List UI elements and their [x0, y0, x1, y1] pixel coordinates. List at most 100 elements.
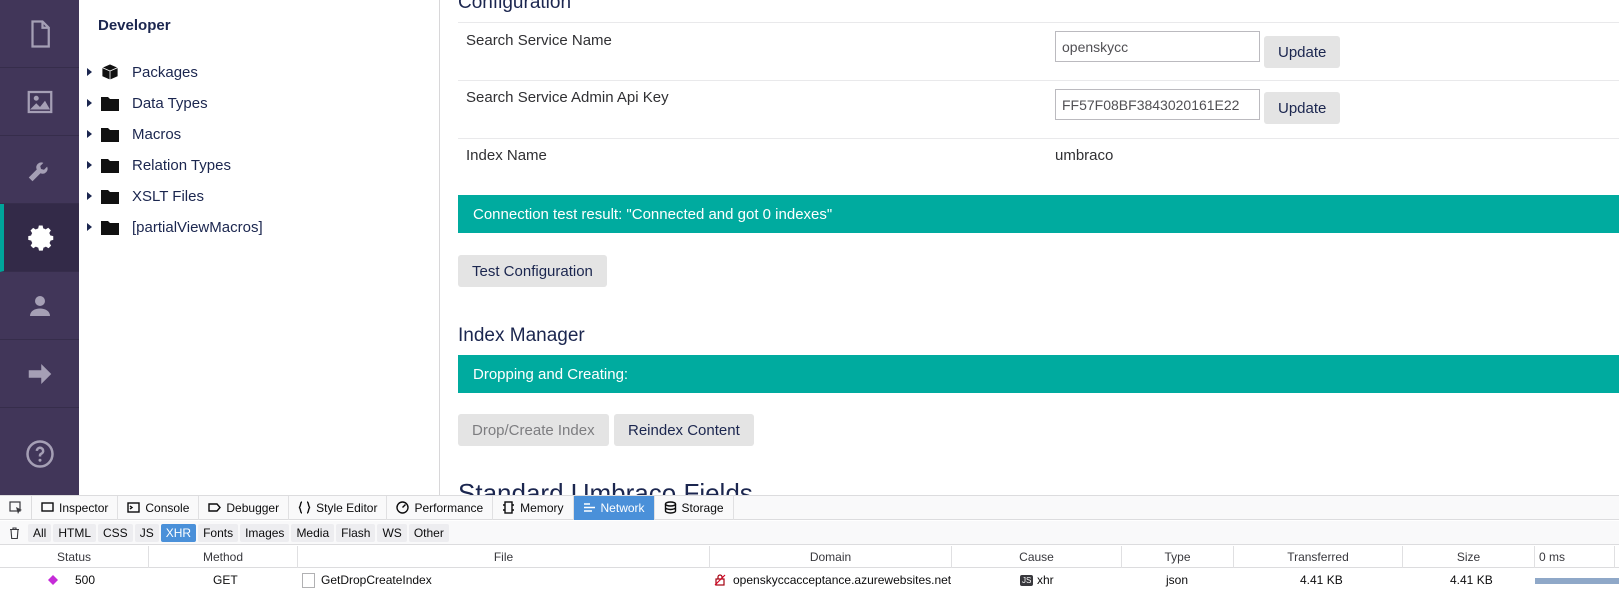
tab-inspector[interactable]: Inspector: [32, 495, 119, 520]
filter-xhr[interactable]: XHR: [160, 523, 197, 542]
network-filter-bar: All HTML CSS JS XHR Fonts Images Media F…: [0, 521, 1619, 545]
element-picker-button[interactable]: [0, 495, 32, 520]
service-name-label: Search Service Name: [466, 32, 612, 49]
api-key-input[interactable]: [1055, 89, 1260, 120]
api-key-label: Search Service Admin Api Key: [466, 89, 669, 106]
col-file[interactable]: File: [298, 546, 710, 568]
tree-item-label: Macros: [132, 125, 182, 143]
filter-css[interactable]: CSS: [98, 523, 133, 542]
col-type[interactable]: Type: [1122, 546, 1234, 568]
tree-title: Developer: [98, 17, 171, 34]
expand-caret-icon[interactable]: [87, 223, 92, 231]
filter-html[interactable]: HTML: [53, 523, 97, 542]
expand-caret-icon[interactable]: [87, 161, 92, 169]
tab-label: Storage: [681, 500, 724, 515]
row-api-key: Search Service Admin Api Key Update: [458, 80, 1619, 138]
inspector-icon: [41, 502, 54, 512]
memory-icon: [503, 501, 515, 514]
expand-caret-icon[interactable]: [87, 192, 92, 200]
expand-caret-icon[interactable]: [87, 99, 92, 107]
row-service-name: Search Service Name Update: [458, 22, 1619, 80]
drop-create-index-button[interactable]: Drop/Create Index: [458, 414, 609, 446]
tab-debugger[interactable]: Debugger: [199, 495, 290, 520]
tree-item-packages[interactable]: Packages: [79, 56, 198, 88]
tab-label: Console: [145, 500, 190, 515]
devtools-toolbar: Inspector Console Debugger Style Editor …: [0, 495, 1619, 520]
tree-item-label: [partialViewMacros]: [132, 218, 263, 236]
standard-fields-title: Standard Umbraco Fields: [458, 478, 753, 495]
index-manager-title: Index Manager: [458, 325, 585, 346]
trash-icon: [9, 526, 19, 539]
tree-item-xslt-files[interactable]: XSLT Files: [79, 180, 204, 212]
tab-console[interactable]: Console: [118, 495, 200, 520]
users-icon: [29, 295, 50, 316]
col-status[interactable]: Status: [0, 546, 149, 568]
tab-label: Performance: [414, 500, 484, 515]
insecure-lock-icon: [714, 569, 726, 591]
media-icon: [27, 90, 52, 113]
filter-flash[interactable]: Flash: [336, 523, 376, 542]
col-size[interactable]: Size: [1403, 546, 1535, 568]
filter-other[interactable]: Other: [408, 523, 449, 542]
settings-wrench-icon: [28, 161, 48, 181]
col-waterfall[interactable]: 0 ms: [1535, 546, 1615, 568]
request-type: json: [1166, 573, 1189, 587]
col-transferred[interactable]: Transferred: [1234, 546, 1403, 568]
filter-ws[interactable]: WS: [377, 523, 407, 542]
tab-style-editor[interactable]: Style Editor: [289, 495, 388, 520]
clear-requests-button[interactable]: [0, 526, 28, 539]
network-icon: [583, 503, 595, 512]
expand-caret-icon[interactable]: [87, 130, 92, 138]
tree-item-partial-view-macros[interactable]: [partialViewMacros]: [79, 211, 263, 243]
rail-users[interactable]: [0, 272, 79, 340]
test-configuration-button[interactable]: Test Configuration: [458, 255, 607, 287]
console-icon: [127, 502, 141, 513]
update-api-key-button[interactable]: Update: [1264, 92, 1341, 124]
col-cause[interactable]: Cause: [952, 546, 1122, 568]
style-editor-icon: [298, 501, 311, 514]
rail-media[interactable]: [0, 68, 79, 136]
tree-item-relation-types[interactable]: Relation Types: [79, 149, 231, 181]
filter-images[interactable]: Images: [240, 523, 290, 542]
content-icon: [30, 19, 50, 48]
update-service-name-button[interactable]: Update: [1264, 36, 1341, 68]
request-size: 4.41 KB: [1450, 573, 1493, 587]
request-transferred: 4.41 KB: [1300, 573, 1343, 587]
filter-fonts[interactable]: Fonts: [198, 523, 239, 542]
rail-content[interactable]: [0, 0, 79, 68]
index-status-alert: Dropping and Creating:: [458, 355, 1619, 393]
tab-performance[interactable]: Performance: [387, 495, 494, 520]
col-domain[interactable]: Domain: [710, 546, 952, 568]
filter-all[interactable]: All: [28, 523, 52, 542]
help-icon: [25, 440, 54, 468]
col-method[interactable]: Method: [149, 546, 298, 568]
expand-caret-icon[interactable]: [87, 68, 92, 76]
rail-developer[interactable]: [0, 204, 79, 272]
filter-js[interactable]: JS: [134, 523, 159, 542]
rail-settings[interactable]: [0, 136, 79, 204]
tab-label: Debugger: [226, 500, 280, 515]
waterfall-bar: [1535, 578, 1619, 584]
filter-media[interactable]: Media: [291, 523, 335, 542]
rail-forms[interactable]: [0, 340, 79, 408]
reindex-content-button[interactable]: Reindex Content: [614, 414, 754, 446]
main-content: Configuration Search Service Name Update…: [441, 0, 1619, 495]
request-status: 500: [75, 573, 96, 587]
row-index-name: Index Name umbraco: [458, 138, 1619, 188]
request-cause: xhr: [1037, 573, 1054, 587]
tree-item-data-types[interactable]: Data Types: [79, 87, 208, 119]
tab-memory[interactable]: Memory: [493, 495, 574, 520]
file-thumb-icon: [302, 569, 315, 591]
tab-storage[interactable]: Storage: [655, 495, 734, 520]
tree-item-label: XSLT Files: [132, 187, 204, 205]
request-domain: openskyccacceptance.azurewebsites.net: [733, 573, 952, 587]
rail-help[interactable]: [0, 420, 79, 488]
tab-label: Memory: [520, 500, 564, 515]
service-name-input[interactable]: [1055, 31, 1260, 62]
folder-icon: [101, 126, 119, 142]
table-row[interactable]: 500 GET GetDropCreateIndex openskyccacce…: [0, 569, 1619, 591]
performance-icon: [396, 501, 410, 514]
folder-icon: [101, 219, 119, 235]
tree-item-macros[interactable]: Macros: [79, 118, 181, 150]
tab-network[interactable]: Network: [573, 495, 655, 520]
